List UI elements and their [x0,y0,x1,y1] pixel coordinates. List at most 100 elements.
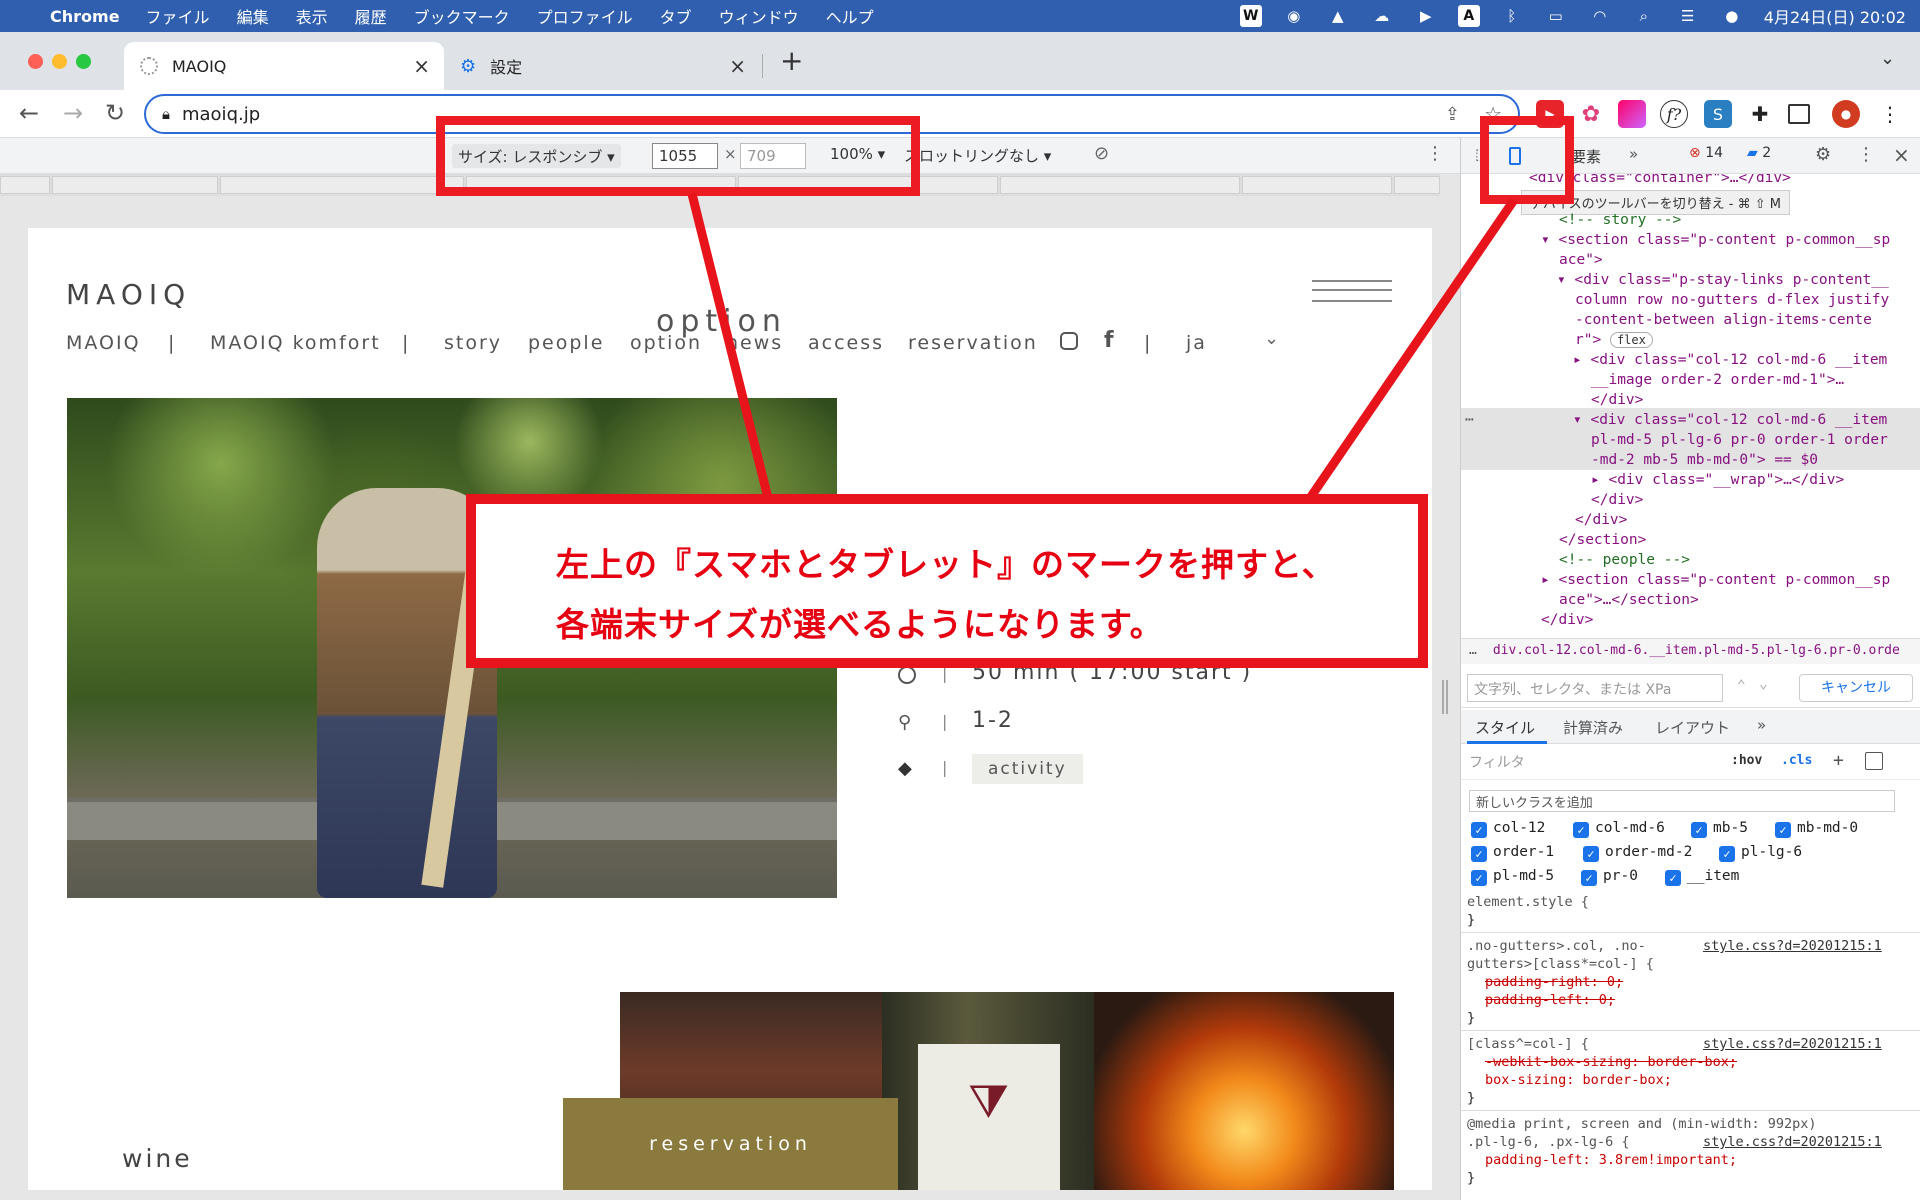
input-method-icon[interactable]: A [1457,5,1480,27]
rule-selector[interactable]: .no-gutters>.col, .no- [1467,936,1646,956]
dom-line[interactable]: column row no-gutters d-flex justify [1575,290,1889,310]
class-checkbox[interactable]: ✓ [1775,822,1791,838]
more-menu-icon[interactable]: ⋮ [1876,100,1904,128]
close-tab-icon[interactable]: × [413,54,430,78]
close-devtools-icon[interactable]: × [1893,143,1910,167]
rule-selector[interactable]: [class^=col-] { [1467,1034,1589,1054]
dom-line[interactable]: </section> [1559,530,1646,550]
nav-story[interactable]: story [444,332,502,354]
tab-maoiq[interactable]: MAOIQ × [124,42,444,90]
gradient-extension-icon[interactable] [1618,100,1646,128]
rule-source-link[interactable]: style.css?d=20201215:1 [1703,936,1882,956]
reservation-button[interactable]: reservation [563,1098,898,1190]
css-property[interactable]: padding-left: 3.8rem!important; [1485,1150,1737,1170]
dom-search-input[interactable]: 文字列、セレクタ、または XPa [1467,674,1723,702]
class-checkbox[interactable]: ✓ [1583,846,1599,862]
minimize-window-button[interactable] [52,54,67,69]
dom-line[interactable]: r"> flex [1575,330,1653,350]
facebook-icon[interactable]: f [1104,328,1114,353]
ruler-segment[interactable] [1242,176,1392,194]
nav-access[interactable]: access [808,332,884,354]
css-property[interactable]: box-sizing: border-box; [1485,1070,1672,1090]
activity-tag[interactable]: activity [972,754,1083,784]
record-icon[interactable]: ◉ [1282,5,1306,27]
rule-source-link[interactable]: style.css?d=20201215:1 [1703,1132,1882,1152]
css-property[interactable]: padding-left: 0; [1485,990,1615,1010]
menu-file[interactable]: ファイル [146,4,210,28]
url-text[interactable]: maoiq.jp [182,104,260,125]
dom-line[interactable]: ▸ <section class="p-content p-common__sp [1541,570,1890,590]
menu-edit[interactable]: 編集 [237,4,269,28]
dom-line[interactable]: -content-between align-items-cente [1575,310,1872,330]
rule-selector[interactable]: gutters>[class*=col-] { [1467,954,1654,974]
more-tabs-icon[interactable]: » [1757,716,1766,734]
dom-line[interactable]: pl-md-5 pl-lg-6 pr-0 order-1 order [1591,430,1888,450]
menu-tab[interactable]: タブ [660,4,692,28]
new-class-input[interactable]: 新しいクラスを追加 [1469,790,1895,812]
new-tab-icon[interactable]: + [780,44,803,77]
menubar-clock[interactable]: 4月24日(日) 20:02 [1764,4,1906,28]
add-rule-icon[interactable]: + [1833,750,1844,771]
font-extension-icon[interactable]: f? [1660,100,1688,128]
rule-selector[interactable]: .pl-lg-6, .px-lg-6 { [1467,1132,1630,1152]
zoom-window-button[interactable] [76,54,91,69]
rule-source-link[interactable]: style.css?d=20201215:1 [1703,1034,1882,1054]
side-panel-icon[interactable] [1788,104,1810,124]
dom-line[interactable]: </div> [1575,510,1627,530]
device-more-icon[interactable]: ⋮ [1426,143,1444,164]
ruler-segment[interactable] [52,176,218,194]
cls-toggle[interactable]: .cls [1781,753,1812,768]
throttle-dropdown[interactable]: スロットリングなし ▾ [904,145,1051,166]
dom-line[interactable]: ▾ <section class="p-content p-common__sp [1541,230,1890,250]
class-checkbox[interactable]: ✓ [1471,822,1487,838]
dom-line[interactable]: </div> [1591,390,1643,410]
siri-icon[interactable]: ● [1720,5,1744,27]
nav-reservation[interactable]: reservation [908,332,1038,354]
class-checkbox[interactable]: ✓ [1471,846,1487,862]
breadcrumb-text[interactable]: div.col-12.col-md-6.__item.pl-md-5.pl-lg… [1493,643,1900,658]
toggle-sidebar-icon[interactable] [1865,752,1883,770]
reload-icon[interactable]: ↻ [100,98,130,128]
tab-computed[interactable]: 計算済み [1563,717,1623,738]
back-icon[interactable]: ← [14,98,44,128]
class-checkbox[interactable]: ✓ [1691,822,1707,838]
language-select[interactable]: ja [1186,332,1207,354]
dom-line[interactable]: ▸ <div class="__wrap">…</div> [1591,470,1844,490]
nav-news[interactable]: news [726,332,783,354]
class-checkbox[interactable]: ✓ [1665,870,1681,886]
nav-maoiq-komfort[interactable]: MAOIQ komfort [210,332,381,354]
dom-line[interactable]: ▾ <div class="p-stay-links p-content__ [1557,270,1889,290]
tab-settings[interactable]: ⚙ 設定 × [444,42,760,90]
control-center-icon[interactable]: ☰ [1676,5,1700,27]
class-checkbox[interactable]: ✓ [1573,822,1589,838]
bluetooth-icon[interactable]: ᛒ [1500,5,1524,27]
screenshot-extension-icon[interactable]: S [1704,100,1732,128]
menu-help[interactable]: ヘルプ [826,4,874,28]
menu-bookmarks[interactable]: ブックマーク [414,4,510,28]
search-prev-icon[interactable]: ⌃ [1737,678,1746,694]
play-icon[interactable]: ▶ [1414,5,1438,27]
chevron-down-icon[interactable]: ⌄ [1264,328,1279,349]
search-next-icon[interactable]: ⌄ [1759,676,1768,692]
dom-line[interactable]: ace"> [1559,250,1603,270]
class-checkbox[interactable]: ✓ [1471,870,1487,886]
hov-toggle[interactable]: :hov [1731,753,1762,768]
ruler-segment[interactable] [1000,176,1240,194]
ruler-segment[interactable] [1394,176,1440,194]
dom-line[interactable]: <!-- story --> [1559,210,1681,230]
class-checkbox[interactable]: ✓ [1719,846,1735,862]
nav-people[interactable]: people [528,332,604,354]
settings-gear-icon[interactable]: ⚙ [1815,144,1831,165]
search-icon[interactable]: ⌕ [1632,5,1656,27]
word-icon[interactable]: W [1239,5,1262,27]
close-tab-icon[interactable]: × [729,54,746,78]
flex-badge[interactable]: flex [1609,332,1653,348]
dom-line[interactable]: ▸ <div class="col-12 col-md-6 __item [1573,350,1887,370]
css-property[interactable]: padding-right: 0; [1485,972,1623,992]
dom-line[interactable]: </div> [1541,610,1593,630]
dom-line[interactable]: -md-2 mb-5 mb-md-0"> == $0 [1591,450,1818,470]
dom-line[interactable]: ace">…</section> [1559,590,1699,610]
avatar[interactable]: ● [1832,100,1860,128]
cloud-icon[interactable]: ☁ [1370,5,1394,27]
dom-line[interactable]: <!-- people --> [1559,550,1690,570]
